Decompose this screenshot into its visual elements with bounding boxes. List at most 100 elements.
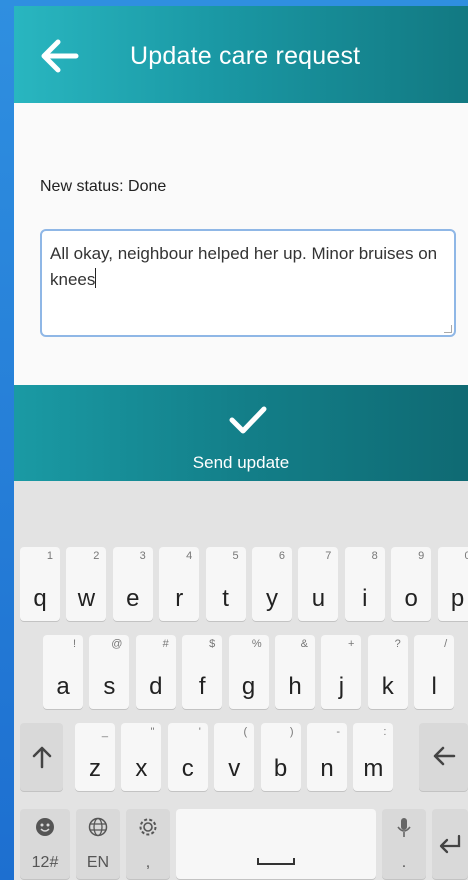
key-j[interactable]: + j	[321, 635, 362, 709]
key-hint: )	[289, 726, 294, 738]
symbols-key-label: 12#	[31, 854, 59, 871]
arrow-left-icon	[41, 39, 79, 73]
key-label: b	[273, 755, 288, 782]
shift-arrow-icon	[32, 746, 51, 769]
comma-key-label: ,	[145, 854, 151, 871]
resize-handle-icon[interactable]	[444, 325, 452, 333]
key-u[interactable]: 7u	[298, 547, 339, 621]
backspace-key[interactable]	[419, 723, 468, 791]
key-label: p	[450, 585, 465, 612]
key-label: r	[175, 585, 184, 612]
key-label: t	[222, 585, 229, 612]
key-hint: !	[72, 638, 76, 650]
key-label: i	[362, 585, 368, 612]
key-i[interactable]: 8i	[344, 547, 385, 621]
key-n[interactable]: -n	[307, 723, 347, 791]
emoji-icon	[36, 818, 54, 836]
key-label: a	[56, 673, 70, 700]
key-t[interactable]: 5t	[205, 547, 246, 621]
key-hint: @	[111, 638, 123, 650]
shift-key[interactable]	[20, 723, 63, 791]
key-r[interactable]: 4r	[159, 547, 200, 621]
key-y[interactable]: 6y	[252, 547, 292, 621]
send-update-label: Send update	[192, 453, 290, 472]
key-label: k	[381, 673, 394, 700]
key-z[interactable]: _ z	[75, 723, 115, 791]
symbols-key[interactable]: 12#	[20, 809, 70, 879]
key-label: n	[320, 755, 334, 782]
key-d[interactable]: # d	[135, 635, 176, 709]
key-hint: 8	[371, 550, 378, 562]
key-hint: '	[198, 726, 201, 738]
key-v[interactable]: (v	[214, 723, 255, 791]
period-key[interactable]: .	[382, 809, 426, 879]
update-note-text: All okay, neighbour helped her up. Minor…	[50, 244, 438, 289]
key-label: q	[33, 585, 47, 612]
key-hint: $	[209, 638, 216, 650]
space-bar-icon	[257, 858, 295, 865]
key-hint: &	[300, 638, 308, 650]
key-hint: (	[243, 726, 248, 738]
key-c[interactable]: ' c	[167, 723, 208, 791]
key-q[interactable]: 1q	[20, 547, 60, 621]
key-label: u	[311, 585, 326, 612]
key-label: x	[135, 755, 148, 782]
key-label: f	[198, 673, 206, 700]
key-e[interactable]: 3e	[112, 547, 153, 621]
key-w[interactable]: 2w	[66, 547, 107, 621]
key-label: h	[288, 673, 302, 700]
key-hint: 5	[232, 550, 239, 562]
microphone-icon	[397, 818, 411, 837]
enter-key[interactable]	[432, 809, 468, 879]
key-p[interactable]: 0p	[437, 547, 468, 621]
key-label: c	[181, 755, 194, 782]
key-hint: 7	[325, 550, 332, 562]
space-key[interactable]	[176, 809, 376, 879]
key-f[interactable]: $ f	[182, 635, 223, 709]
key-label: j	[338, 673, 345, 700]
key-label: v	[228, 755, 241, 782]
key-label: m	[363, 755, 384, 782]
key-label: s	[103, 673, 116, 700]
key-hint: -	[336, 726, 340, 738]
back-button[interactable]	[38, 34, 82, 78]
onscreen-keyboard: 12# EN , . 1 q 2 w 3 e 4 r 5 t 6 y 7 u 8…	[14, 481, 468, 880]
key-label: w	[77, 585, 96, 612]
key-g[interactable]: % g	[228, 635, 269, 709]
key-k[interactable]: ? k	[367, 635, 408, 709]
key-x[interactable]: " x	[121, 723, 162, 791]
key-hint: 2	[93, 550, 100, 562]
globe-icon	[88, 817, 108, 837]
key-hint: 4	[186, 550, 193, 562]
key-l[interactable]: / l	[414, 635, 455, 709]
page-title: Update care request	[130, 42, 361, 70]
key-h[interactable]: & h	[275, 635, 315, 709]
comma-key[interactable]: ,	[126, 809, 170, 879]
key-b[interactable]: ) b	[260, 723, 301, 791]
key-hint: /	[444, 638, 448, 650]
key-hint: 6	[278, 550, 285, 562]
send-update-button[interactable]: Send update	[14, 385, 468, 481]
language-key[interactable]: EN	[76, 809, 120, 879]
key-hint: 3	[139, 550, 146, 562]
key-hint: "	[150, 726, 155, 738]
status-label: New status: Done	[40, 178, 167, 195]
key-m[interactable]: :m	[353, 723, 394, 791]
enter-return-icon	[439, 834, 461, 854]
key-hint: ?	[394, 638, 401, 650]
update-note-field[interactable]: All okay, neighbour helped her up. Minor…	[40, 229, 456, 337]
key-a[interactable]: ! a	[43, 635, 83, 709]
key-label: e	[126, 585, 140, 612]
app-screen: Update care request New status: Done All…	[14, 6, 468, 880]
key-hint: +	[347, 638, 355, 650]
app-header: Update care request	[14, 6, 468, 103]
key-label: z	[89, 755, 101, 782]
key-hint: 9	[418, 550, 425, 562]
key-o[interactable]: 9o	[391, 547, 432, 621]
key-label: l	[431, 673, 437, 700]
key-s[interactable]: @ s	[89, 635, 130, 709]
key-label: g	[241, 673, 256, 700]
key-hint: %	[251, 638, 262, 650]
key-hint: :	[383, 726, 387, 738]
settings-gear-icon	[139, 818, 157, 836]
